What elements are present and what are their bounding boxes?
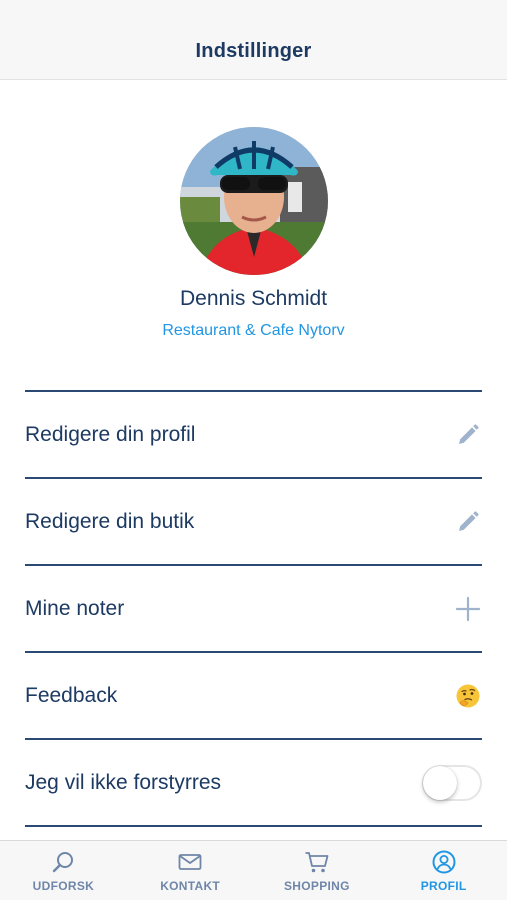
search-icon [50,849,76,875]
settings-row-feedback[interactable]: Feedback [25,653,482,740]
avatar[interactable] [179,127,328,275]
cart-icon [304,849,330,875]
settings-row-do-not-disturb[interactable]: Jeg vil ikke forstyrres [25,740,482,827]
avatar-photo [179,127,328,275]
toggle-knob [423,765,457,800]
profile-header: Dennis Schmidt Restaurant & Cafe Nytorv [0,80,507,390]
envelope-icon [177,849,203,875]
settings-screen: Indstillinger Dennis Schmidt Restaurant … [0,0,507,900]
settings-row-my-notes[interactable]: Mine noter [25,566,482,653]
tab-label: KONTAKT [160,879,221,893]
page-title: Indstillinger [195,40,312,62]
tab-kontakt[interactable]: KONTAKT [127,841,254,900]
tab-udforsk[interactable]: UDFORSK [0,841,127,900]
navigation-bar: Indstillinger [0,0,507,80]
thinking-face-emoji-icon [454,682,482,710]
tab-shopping[interactable]: SHOPPING [254,841,381,900]
tab-label: UDFORSK [32,879,95,893]
tab-label: PROFIL [420,879,467,893]
profile-name: Dennis Schmidt [179,287,328,310]
pencil-icon [454,508,482,536]
do-not-disturb-toggle[interactable] [422,764,482,801]
settings-row-edit-shop[interactable]: Redigere din butik [25,479,482,566]
settings-row-edit-profile[interactable]: Redigere din profil [25,392,482,479]
tab-profil[interactable]: PROFIL [380,841,507,900]
settings-row-label: Feedback [25,683,118,707]
plus-icon [454,595,482,623]
settings-row-label: Redigere din profil [25,422,196,446]
tab-label: SHOPPING [284,879,350,893]
tab-bar: UDFORSK KONTAKT SHOPPING PROFIL [0,840,507,900]
user-circle-icon [431,849,457,875]
settings-list: Redigere din profil Redigere din butik M… [25,390,482,827]
settings-row-label: Mine noter [25,596,125,620]
pencil-icon [454,421,482,449]
settings-row-label: Jeg vil ikke forstyrres [25,770,222,794]
profile-shop-link[interactable]: Restaurant & Cafe Nytorv [162,322,344,340]
settings-row-label: Redigere din butik [25,509,195,533]
